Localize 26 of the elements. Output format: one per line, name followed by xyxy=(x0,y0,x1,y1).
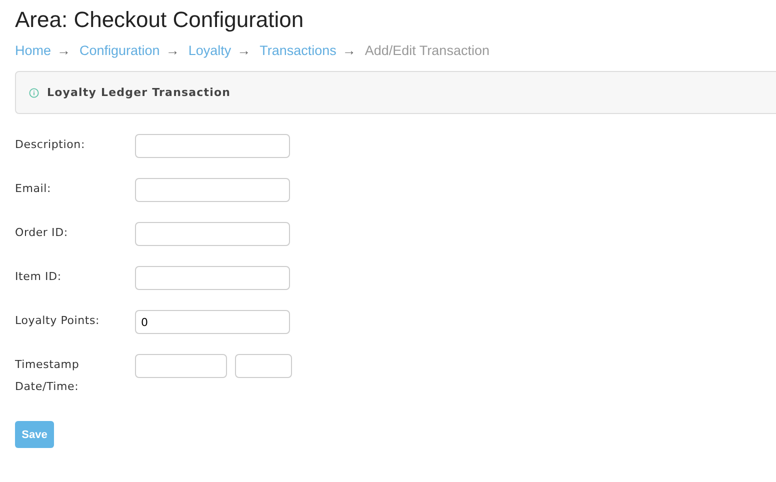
input-field[interactable] xyxy=(135,266,290,290)
breadcrumb-link[interactable]: Transactions xyxy=(260,42,336,60)
field-label: Item ID: xyxy=(15,269,62,285)
breadcrumb-separator: → xyxy=(57,42,71,60)
field-label: Timestamp Date/Time: xyxy=(15,357,80,395)
field-label: Order ID: xyxy=(15,225,69,241)
breadcrumb-separator: → xyxy=(166,42,180,60)
breadcrumb-link[interactable]: Home xyxy=(15,42,52,60)
info-icon xyxy=(29,88,39,98)
breadcrumb-link[interactable]: Loyalty xyxy=(188,42,232,60)
date-field[interactable] xyxy=(135,354,227,378)
breadcrumb-link[interactable]: Configuration xyxy=(80,42,160,60)
input-field[interactable] xyxy=(135,178,290,202)
time-field[interactable] xyxy=(235,354,292,378)
breadcrumb-separator: → xyxy=(342,42,356,60)
field-label: Loyalty Points: xyxy=(15,313,101,329)
field-label: Email: xyxy=(15,181,52,197)
breadcrumb-current: Add/Edit Transaction xyxy=(364,42,490,60)
input-field[interactable] xyxy=(135,134,290,158)
input-field[interactable] xyxy=(135,222,290,246)
field-label: Description: xyxy=(15,137,86,153)
input-field[interactable]: 0 xyxy=(135,310,290,334)
save-button[interactable]: Save xyxy=(15,421,54,448)
breadcrumb-separator: → xyxy=(237,42,251,60)
panel-title: Loyalty Ledger Transaction xyxy=(47,86,231,99)
page-title: Area: Checkout Configuration xyxy=(15,6,305,34)
